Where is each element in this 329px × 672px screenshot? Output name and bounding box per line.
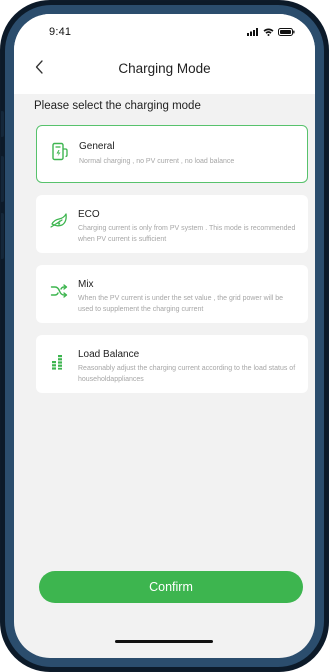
- mode-card-general[interactable]: General Normal charging , no PV current …: [36, 125, 308, 183]
- phone-frame: 9:41 Charging Mode Please select the cha…: [0, 0, 329, 672]
- mode-description: When the PV current is under the set val…: [78, 295, 284, 313]
- mode-description: Reasonably adjust the charging current a…: [78, 365, 296, 383]
- status-time: 9:41: [49, 26, 72, 38]
- leaf-icon: [50, 213, 67, 228]
- battery-icon: [278, 28, 295, 36]
- mode-title: General: [79, 141, 115, 152]
- mode-description: Charging current is only from PV system …: [78, 225, 296, 243]
- navigation-bar: Charging Mode: [14, 44, 315, 94]
- mode-description: Normal charging , no PV current , no loa…: [79, 158, 235, 165]
- app-screen: 9:41 Charging Mode Please select the cha…: [14, 14, 315, 658]
- home-indicator[interactable]: [115, 640, 213, 643]
- bars-icon: [52, 355, 62, 370]
- page-title: Charging Mode: [118, 61, 211, 76]
- mode-title: Load Balance: [78, 349, 140, 360]
- mode-card-load-balance[interactable]: Load Balance Reasonably adjust the charg…: [36, 335, 308, 393]
- charger-icon: [52, 142, 68, 161]
- status-icons: [247, 28, 295, 36]
- mode-title: ECO: [78, 209, 100, 220]
- section-label: Please select the charging mode: [34, 100, 201, 112]
- shuffle-icon: [50, 284, 68, 298]
- status-bar: 9:41: [14, 14, 315, 44]
- volume-down-button: [1, 213, 4, 259]
- wifi-icon: [263, 28, 274, 36]
- volume-up-button: [1, 156, 4, 202]
- mode-card-eco[interactable]: ECO Charging current is only from PV sys…: [36, 195, 308, 253]
- mode-title: Mix: [78, 279, 94, 290]
- signal-icon: [247, 28, 258, 36]
- confirm-button[interactable]: Confirm: [39, 571, 303, 603]
- mute-switch: [1, 111, 4, 137]
- mode-card-mix[interactable]: Mix When the PV current is under the set…: [36, 265, 308, 323]
